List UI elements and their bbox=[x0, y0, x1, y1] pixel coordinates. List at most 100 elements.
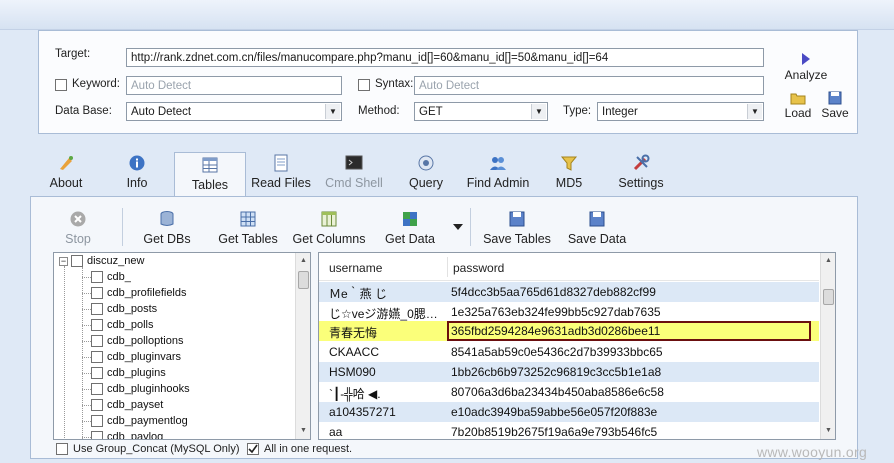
group-concat-checkbox[interactable] bbox=[56, 443, 68, 455]
tree-line bbox=[64, 266, 65, 439]
scroll-thumb[interactable] bbox=[298, 271, 309, 289]
title-strip bbox=[0, 0, 894, 30]
tree-checkbox[interactable] bbox=[91, 415, 103, 427]
get-dbs-button[interactable]: Get DBs bbox=[140, 210, 194, 246]
tree-checkbox[interactable] bbox=[71, 255, 83, 267]
table-row[interactable]: a104357271 e10adc3949ba59abbe56e057f20f8… bbox=[319, 402, 819, 422]
keyword-checkbox[interactable] bbox=[55, 79, 67, 91]
grid-scrollbar[interactable]: ▲ ▼ bbox=[820, 253, 835, 439]
cmd-shell-icon bbox=[345, 155, 363, 170]
table-row[interactable]: HSM090 1bb26cb6b973252c96819c3cc5b1e1a8 bbox=[319, 362, 819, 382]
collapse-icon[interactable]: − bbox=[59, 256, 68, 266]
database-icon bbox=[160, 211, 174, 226]
save-button[interactable]: Save bbox=[819, 91, 851, 120]
tree-item[interactable]: cdb_polloptions bbox=[91, 335, 183, 347]
chevron-down-icon: ▼ bbox=[325, 104, 340, 119]
database-tree[interactable]: − discuz_new cdb_ cdb_profilefields cdb_… bbox=[53, 252, 311, 440]
table-row[interactable]: CKAACC 8541a5ab59c0e5436c2d7b39933bbc65 bbox=[319, 342, 819, 362]
tab-read-files[interactable]: Read Files bbox=[250, 154, 312, 194]
tab-cmd-shell[interactable]: Cmd Shell bbox=[322, 154, 386, 194]
tab-info[interactable]: Info bbox=[116, 154, 158, 194]
tree-item[interactable]: cdb_pluginhooks bbox=[91, 383, 190, 395]
table-row-selected[interactable]: 青春无悔 365fbd2594284e9631adb3d0286bee11 bbox=[319, 321, 819, 341]
floppy-icon bbox=[828, 91, 842, 105]
tree-item[interactable]: cdb_paymentlog bbox=[91, 415, 188, 427]
target-label: Target: bbox=[55, 48, 91, 60]
chevron-down-icon: ▼ bbox=[747, 104, 762, 119]
tree-item[interactable]: cdb_paylog bbox=[91, 431, 163, 439]
get-data-dropdown-icon[interactable] bbox=[453, 224, 463, 230]
group-concat-option[interactable]: Use Group_Concat (MySQL Only) bbox=[56, 443, 239, 455]
tree-checkbox[interactable] bbox=[91, 383, 103, 395]
check-icon bbox=[248, 444, 258, 454]
column-header-username[interactable]: username bbox=[329, 261, 382, 275]
scroll-down-icon[interactable]: ▼ bbox=[822, 424, 835, 437]
tree-checkbox[interactable] bbox=[91, 271, 103, 283]
target-input[interactable]: http://rank.zdnet.com.cn/files/manucompa… bbox=[126, 48, 764, 67]
about-icon bbox=[60, 156, 73, 170]
table-row[interactable]: Ｍе｀燕 じ 5f4dcc3b5aa765d61d8327deb882cf99 bbox=[319, 282, 819, 302]
query-icon bbox=[418, 155, 434, 171]
tree-scrollbar[interactable]: ▲ ▼ bbox=[295, 253, 310, 439]
tree-item[interactable]: cdb_polls bbox=[91, 319, 153, 331]
save-data-button[interactable]: Save Data bbox=[566, 210, 628, 246]
watermark: www.wooyun.org bbox=[757, 444, 868, 460]
get-columns-button[interactable]: Get Columns bbox=[290, 210, 368, 246]
all-in-one-option[interactable]: All in one request. bbox=[247, 443, 352, 455]
stop-icon bbox=[70, 211, 86, 227]
table-row[interactable]: `┃-╬哈 ◀. 80706a3d6ba23434b450aba8586e6c5… bbox=[319, 382, 819, 402]
column-header-password[interactable]: password bbox=[453, 261, 504, 275]
tree-checkbox[interactable] bbox=[91, 319, 103, 331]
toolbar-separator bbox=[122, 208, 123, 246]
analyze-button[interactable]: Analyze bbox=[780, 52, 832, 82]
tree-checkbox[interactable] bbox=[91, 367, 103, 379]
tree-checkbox[interactable] bbox=[91, 303, 103, 315]
tree-item[interactable]: cdb_profilefields bbox=[91, 287, 187, 299]
syntax-checkbox[interactable] bbox=[358, 79, 370, 91]
tab-settings[interactable]: Settings bbox=[614, 154, 668, 194]
table-row[interactable]: aa 7b20b8519b2675f19a6a9e793b546fc5 bbox=[319, 422, 819, 439]
table-row[interactable]: じ☆veジ游嬿_0腮… 1e325a763eb324fe99bb5c927dab… bbox=[319, 302, 819, 322]
tab-tables[interactable]: Tables bbox=[174, 152, 246, 196]
tree-checkbox[interactable] bbox=[91, 399, 103, 411]
get-data-button[interactable]: Get Data bbox=[382, 210, 438, 246]
scroll-down-icon[interactable]: ▼ bbox=[297, 424, 310, 437]
find-admin-icon bbox=[490, 157, 506, 170]
tree-root[interactable]: − discuz_new bbox=[59, 255, 144, 267]
scroll-up-icon[interactable]: ▲ bbox=[822, 254, 835, 267]
scroll-up-icon[interactable]: ▲ bbox=[297, 254, 310, 267]
play-icon bbox=[802, 53, 810, 65]
tab-md5[interactable]: MD5 bbox=[550, 154, 588, 194]
tree-item[interactable]: cdb_payset bbox=[91, 399, 163, 411]
get-tables-button[interactable]: Get Tables bbox=[212, 210, 284, 246]
tree-item[interactable]: cdb_pluginvars bbox=[91, 351, 181, 363]
method-select[interactable]: GET ▼ bbox=[414, 102, 548, 121]
scroll-thumb[interactable] bbox=[823, 289, 834, 305]
tab-about[interactable]: About bbox=[43, 154, 89, 194]
info-icon bbox=[129, 155, 145, 171]
save-tables-button[interactable]: Save Tables bbox=[480, 210, 554, 246]
tree-item[interactable]: cdb_ bbox=[91, 271, 131, 283]
data-grid[interactable]: username password Ｍе｀燕 じ 5f4dcc3b5aa765d… bbox=[318, 252, 836, 440]
read-files-icon bbox=[274, 154, 288, 172]
tree-checkbox[interactable] bbox=[91, 431, 103, 439]
database-select[interactable]: Auto Detect ▼ bbox=[126, 102, 342, 121]
tree-checkbox[interactable] bbox=[91, 351, 103, 363]
keyword-input[interactable]: Auto Detect bbox=[126, 76, 342, 95]
database-label: Data Base: bbox=[55, 105, 112, 117]
tab-query[interactable]: Query bbox=[404, 154, 448, 194]
data-icon bbox=[403, 212, 417, 226]
tree-item[interactable]: cdb_plugins bbox=[91, 367, 166, 379]
tree-checkbox[interactable] bbox=[91, 287, 103, 299]
tree-checkbox[interactable] bbox=[91, 335, 103, 347]
tab-find-admin[interactable]: Find Admin bbox=[462, 154, 534, 194]
stop-button[interactable]: Stop bbox=[58, 210, 98, 246]
all-in-one-checkbox[interactable] bbox=[247, 443, 259, 455]
columns-icon bbox=[321, 211, 337, 227]
folder-icon bbox=[790, 93, 806, 105]
floppy-icon bbox=[589, 211, 605, 227]
syntax-input[interactable]: Auto Detect bbox=[414, 76, 764, 95]
type-select[interactable]: Integer ▼ bbox=[597, 102, 764, 121]
tree-item[interactable]: cdb_posts bbox=[91, 303, 157, 315]
load-button[interactable]: Load bbox=[782, 91, 814, 120]
